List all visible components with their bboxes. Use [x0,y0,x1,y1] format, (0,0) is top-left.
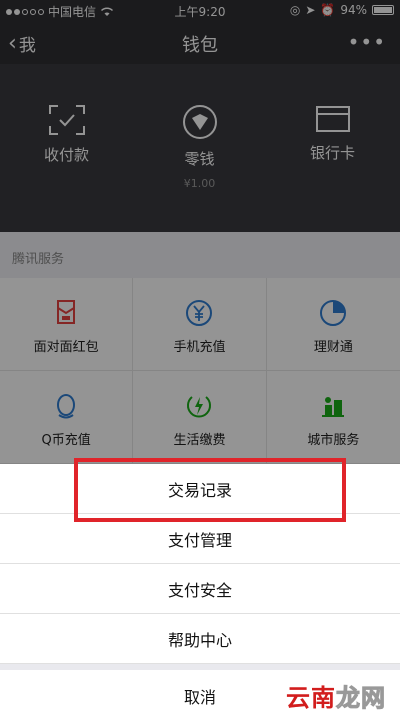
payment-security-option[interactable]: 支付安全 [0,564,400,614]
help-center-option[interactable]: 帮助中心 [0,614,400,664]
watermark-part2: 龙网 [336,684,386,713]
watermark-logo: 云南龙网 [286,678,386,713]
watermark-part1: 云南 [286,684,336,712]
highlight-annotation [74,458,346,522]
